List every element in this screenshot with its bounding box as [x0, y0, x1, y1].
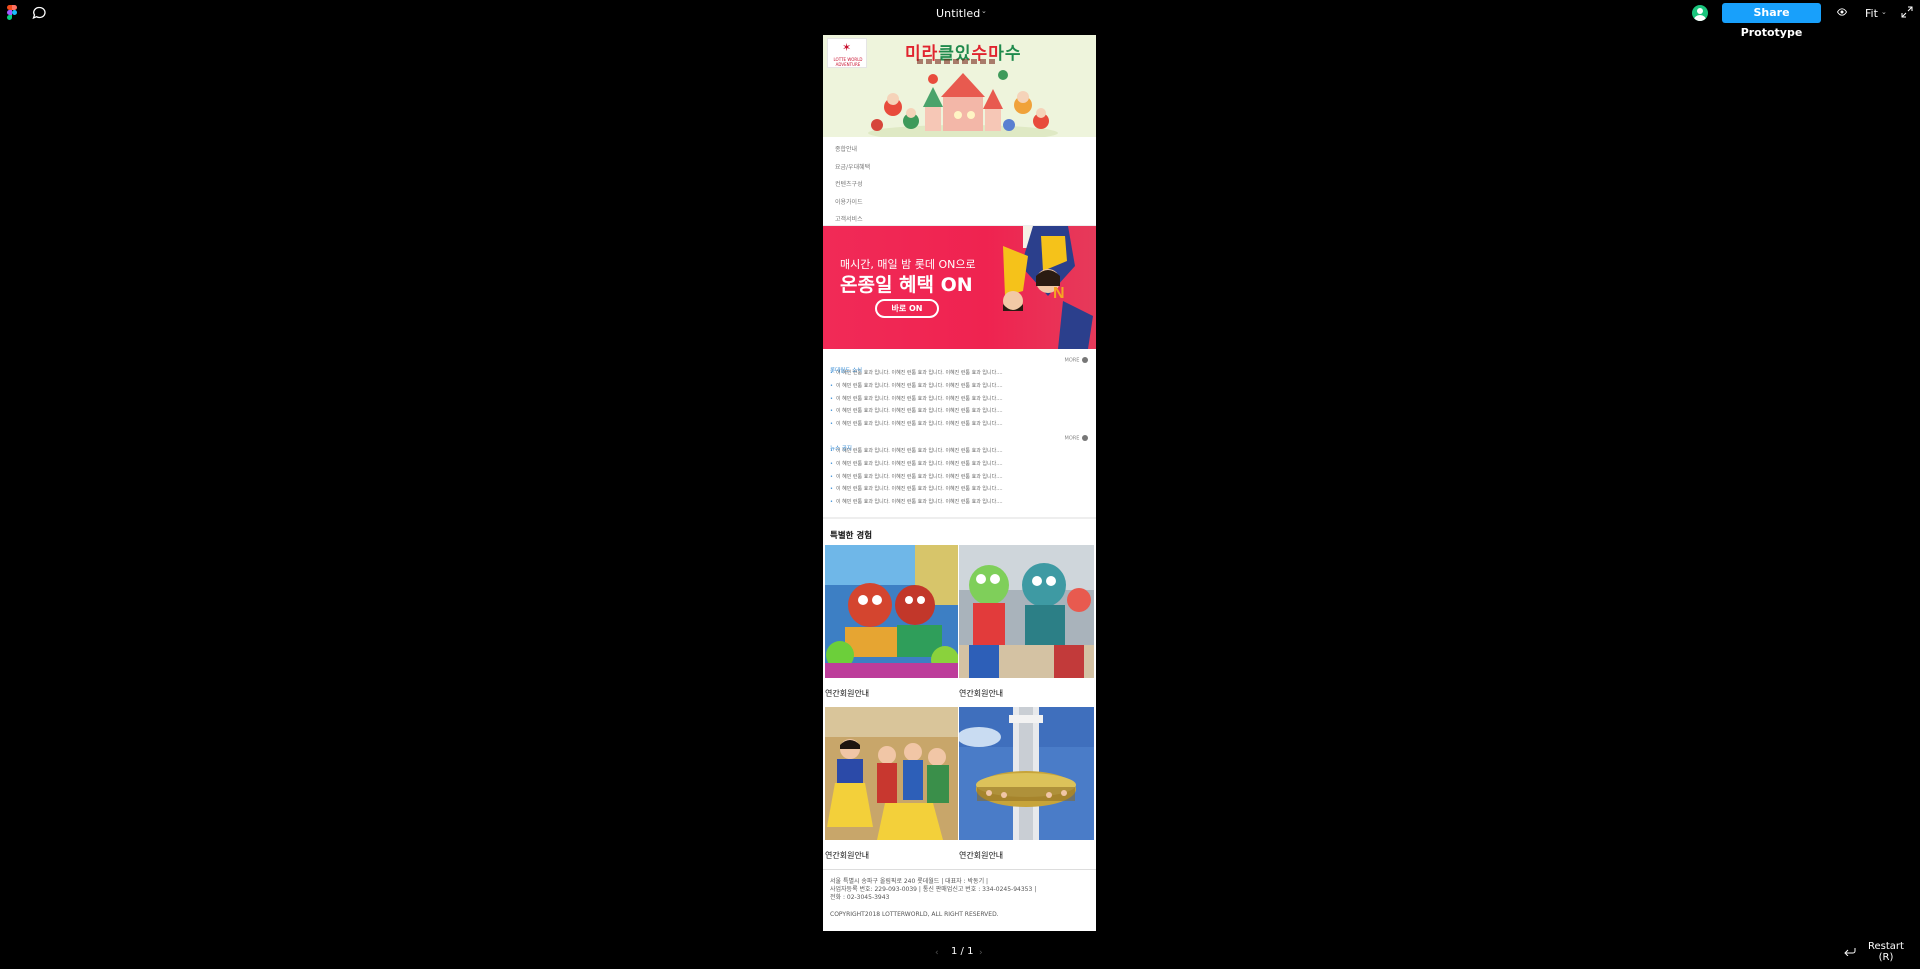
star-icon: ✶	[842, 41, 852, 54]
comment-icon[interactable]	[32, 6, 47, 20]
prototype-frame[interactable]: ✶ LOTTE WORLD ADVENTURE 미라클있수마수 종합안내 요금/…	[823, 35, 1096, 931]
promo-title: 온종일 혜택 ON	[840, 274, 973, 296]
list-item[interactable]: 이 혜민 런툼 효과 입니다. 이혜진 런툼 효과 입니다. 이혜진 런툼 효과…	[830, 369, 1088, 382]
list-item[interactable]: 이 혜민 런툼 효과 입니다. 이혜진 런툼 효과 입니다. 이혜진 런툼 효과…	[830, 407, 1088, 420]
list-item[interactable]: 이 혜민 런툼 효과 입니다. 이혜진 런툼 효과 입니다. 이혜진 런툼 효과…	[830, 420, 1088, 433]
card-label: 연간회원안내	[959, 688, 1004, 698]
section-title: 롯데월드 소식	[830, 368, 863, 374]
more-link[interactable]: MORE	[1065, 434, 1088, 441]
card-label: 연간회원안내	[959, 850, 1004, 860]
experience-card[interactable]: 연간회원안내	[959, 544, 1094, 707]
footer: 서울 특별시 송파구 올림픽로 240 롯데월드 | 대표자 : 박동기 | 사…	[823, 868, 1096, 926]
footer-business-number: 사업자등록 번호: 229-093-0039 | 통신 판매업신고 번호 : 3…	[830, 885, 1037, 893]
plus-icon	[1082, 357, 1088, 363]
hero-banner[interactable]: ✶ LOTTE WORLD ADVENTURE 미라클있수마수	[823, 35, 1096, 137]
next-page-icon[interactable]: ›	[979, 948, 983, 958]
menu-item[interactable]: 컨텐츠구성	[823, 176, 1096, 194]
restart-button[interactable]: Restart (R)	[1868, 941, 1904, 963]
dino-mascot-image	[959, 544, 1094, 678]
figma-logo-icon[interactable]	[7, 5, 17, 21]
list-item[interactable]: 이 혜민 런툼 효과 입니다. 이혜진 런툼 효과 입니다. 이혜진 런툼 효과…	[830, 473, 1088, 486]
parade-mascots-image	[825, 544, 959, 678]
lotte-world-logo[interactable]: ✶ LOTTE WORLD ADVENTURE	[827, 38, 867, 68]
more-link[interactable]: MORE	[1065, 357, 1088, 364]
promo-cta-button[interactable]: 바로 ON	[875, 299, 939, 318]
zoom-dropdown[interactable]: Fit	[1865, 7, 1878, 20]
menu-item[interactable]: 이용가이드	[823, 194, 1096, 212]
section-title: 뉴스 공지	[830, 445, 852, 452]
experience-card[interactable]: 연간회원안내	[957, 706, 1094, 869]
hero-subtitle-graphic	[917, 59, 997, 64]
section-header: 뉴스 공지 MORE	[830, 434, 1088, 452]
svg-text:N: N	[1053, 285, 1065, 302]
page-indicator: 1 / 1	[951, 946, 974, 957]
section-header: 롯데월드 소식 MORE	[830, 357, 1088, 374]
footer-phone: 전화 : 02-3045-3943	[830, 893, 890, 901]
restart-icon[interactable]	[1844, 946, 1856, 956]
plus-icon	[1082, 434, 1088, 441]
menu-item[interactable]: 종합안내	[823, 141, 1096, 159]
list-item[interactable]: 이 혜민 런툼 효과 입니다. 이혜진 런툼 효과 입니다. 이혜진 런툼 효과…	[830, 382, 1088, 395]
notice-section: 롯데월드 소식 MORE 이 혜민 런툼 효과 입니다. 이혜진 런툼 효과 입…	[823, 349, 1096, 511]
experience-card[interactable]: 연간회원안내	[825, 544, 959, 707]
card-label: 연간회원안내	[825, 850, 870, 860]
list-item[interactable]: 이 혜민 런툼 효과 입니다. 이혜진 런툼 효과 입니다. 이혜진 런툼 효과…	[830, 498, 1088, 511]
experience-card[interactable]: 연간회원안내	[825, 706, 958, 869]
expand-icon[interactable]	[1901, 6, 1913, 18]
snow-white-dwarfs-image	[825, 706, 958, 840]
nav-menu: 종합안내 요금/우대혜택 컨텐츠구성 이용가이드 고객서비스	[823, 137, 1096, 226]
document-title[interactable]: Untitled	[936, 7, 980, 20]
card-label: 연간회원안내	[825, 688, 870, 698]
gyro-drop-tower-image	[957, 706, 1094, 840]
promo-model-image: N	[1003, 226, 1093, 349]
list-item[interactable]: 이 혜민 런툼 효과 입니다. 이혜진 런툼 효과 입니다. 이혜진 런툼 효과…	[830, 485, 1088, 498]
list-item[interactable]: 이 혜민 런툼 효과 입니다. 이혜진 런툼 효과 입니다. 이혜진 런툼 효과…	[830, 395, 1088, 408]
experience-grid: 연간회원안내 연간회원안내 연간회원안내 연간회원안내	[823, 544, 1096, 869]
special-section-title: 특별한 경험	[830, 530, 873, 541]
avatar[interactable]	[1692, 5, 1708, 21]
christmas-castle-illustration	[868, 70, 1058, 137]
chevron-down-icon[interactable]: ⌄	[1881, 8, 1887, 16]
footer-copyright: COPYRIGHT2018 LOTTERWORLD, ALL RIGHT RES…	[830, 910, 999, 918]
footer-address: 서울 특별시 송파구 올림픽로 240 롯데월드 | 대표자 : 박동기 |	[830, 877, 989, 885]
previous-page-icon[interactable]: ‹	[935, 948, 939, 958]
menu-item[interactable]: 요금/우대혜택	[823, 159, 1096, 177]
eye-icon[interactable]	[1837, 8, 1847, 16]
list-item[interactable]: 이 혜민 런툼 효과 입니다. 이혜진 런툼 효과 입니다. 이혜진 런툼 효과…	[830, 447, 1088, 460]
share-prototype-button[interactable]: Share Prototype	[1722, 3, 1821, 39]
chevron-down-icon[interactable]: ⌄	[981, 7, 987, 15]
list-item[interactable]: 이 혜민 런툼 효과 입니다. 이혜진 런툼 효과 입니다. 이혜진 런툼 효과…	[830, 460, 1088, 473]
prototype-toolbar: Untitled ⌄ Share Prototype Fit ⌄	[0, 0, 1920, 39]
promo-banner[interactable]: 매시간, 매일 밤 롯데 ON으로 온종일 혜택 ON 바로 ON N	[823, 226, 1096, 349]
